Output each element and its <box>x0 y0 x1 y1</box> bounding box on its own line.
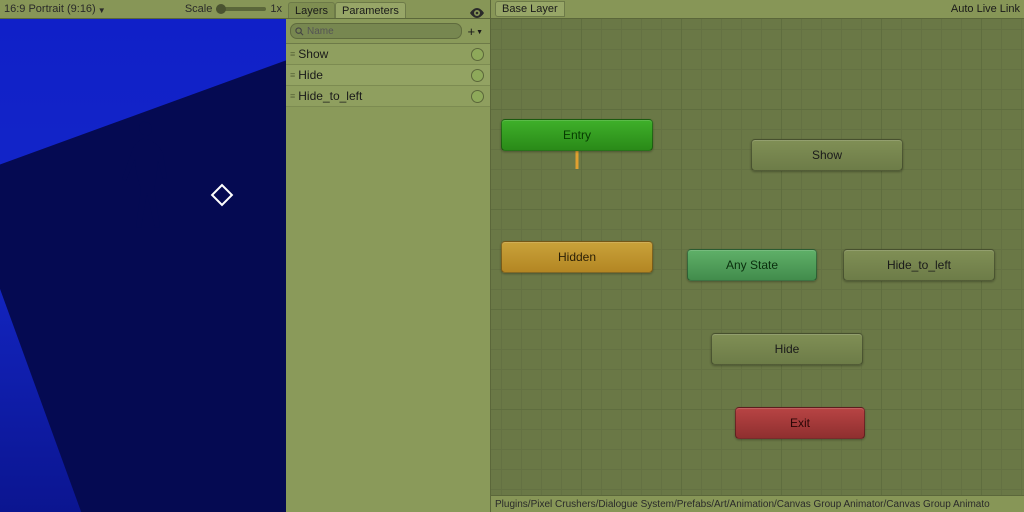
breadcrumb[interactable]: Base Layer <box>495 1 565 17</box>
game-preview-panel: 16:9 Portrait (9:16) ▼ Scale 1x <box>0 0 286 512</box>
aspect-dropdown[interactable]: 16:9 Portrait (9:16) ▼ <box>4 3 106 15</box>
state-node-label: Hide <box>775 342 800 356</box>
parameter-row[interactable]: ≡ Hide_to_left <box>286 86 490 107</box>
tab-layers[interactable]: Layers <box>288 2 335 18</box>
state-node-any[interactable]: Any State <box>687 249 817 281</box>
character-silhouette <box>118 119 174 249</box>
params-search-row: Name +▼ <box>286 19 490 44</box>
plus-icon: + <box>467 24 475 39</box>
parameter-label: Hide <box>298 68 467 82</box>
state-node-exit[interactable]: Exit <box>735 407 865 439</box>
graph-canvas[interactable]: Entry Hidden Show Any State Hide_to_left Hide… <box>491 19 1024 495</box>
scale-value: 1x <box>270 3 282 15</box>
drag-handle-icon[interactable]: ≡ <box>290 49 294 59</box>
parameter-row[interactable]: ≡ Hide <box>286 65 490 86</box>
parameter-label: Show <box>298 47 467 61</box>
animator-graph-panel: Base Layer Auto Live Link Entry Hidden Sho… <box>491 0 1024 512</box>
chevron-down-icon: ▼ <box>98 6 106 15</box>
state-node-label: Hide_to_left <box>887 258 951 272</box>
state-node-hide[interactable]: Hide <box>711 333 863 365</box>
asset-path-footer: Plugins/Pixel Crushers/Dialogue System/P… <box>491 495 1024 512</box>
state-node-hidden[interactable]: Hidden <box>501 241 653 273</box>
game-viewport[interactable] <box>0 19 286 512</box>
drag-handle-icon[interactable]: ≡ <box>290 70 294 80</box>
state-node-label: Hidden <box>558 250 596 264</box>
search-placeholder: Name <box>307 26 334 37</box>
trigger-radio-icon[interactable] <box>471 48 484 61</box>
state-node-hide_to_left[interactable]: Hide_to_left <box>843 249 995 281</box>
visibility-eye-icon[interactable] <box>470 8 488 18</box>
state-node-label: Any State <box>726 258 778 272</box>
trigger-radio-icon[interactable] <box>471 69 484 82</box>
scale-label: Scale <box>185 3 213 15</box>
auto-live-link-toggle[interactable]: Auto Live Link <box>951 3 1020 15</box>
drag-handle-icon[interactable]: ≡ <box>290 91 294 101</box>
tab-parameters[interactable]: Parameters <box>335 2 406 18</box>
scale-slider-thumb[interactable] <box>216 4 226 14</box>
scale-slider[interactable] <box>216 7 266 11</box>
state-node-show[interactable]: Show <box>751 139 903 171</box>
state-node-label: Show <box>812 148 842 162</box>
search-input[interactable]: Name <box>290 23 462 39</box>
state-node-label: Exit <box>790 416 810 430</box>
state-node-entry[interactable]: Entry <box>501 119 653 151</box>
parameter-row[interactable]: ≡ Show <box>286 44 490 65</box>
trigger-radio-icon[interactable] <box>471 90 484 103</box>
params-tabs: Layers Parameters <box>286 0 490 19</box>
state-node-label: Entry <box>563 128 591 142</box>
chevron-down-icon: ▼ <box>476 29 483 36</box>
search-icon <box>295 27 304 36</box>
aspect-label: 16:9 Portrait (9:16) <box>4 3 96 15</box>
add-parameter-button[interactable]: +▼ <box>464 24 486 39</box>
parameters-panel: Layers Parameters Name +▼ ≡ Show ≡ H <box>286 0 491 512</box>
parameter-list: ≡ Show ≡ Hide ≡ Hide_to_left <box>286 44 490 512</box>
parameter-label: Hide_to_left <box>298 89 467 103</box>
graph-toolbar: Base Layer Auto Live Link <box>491 0 1024 19</box>
game-toolbar: 16:9 Portrait (9:16) ▼ Scale 1x <box>0 0 286 19</box>
